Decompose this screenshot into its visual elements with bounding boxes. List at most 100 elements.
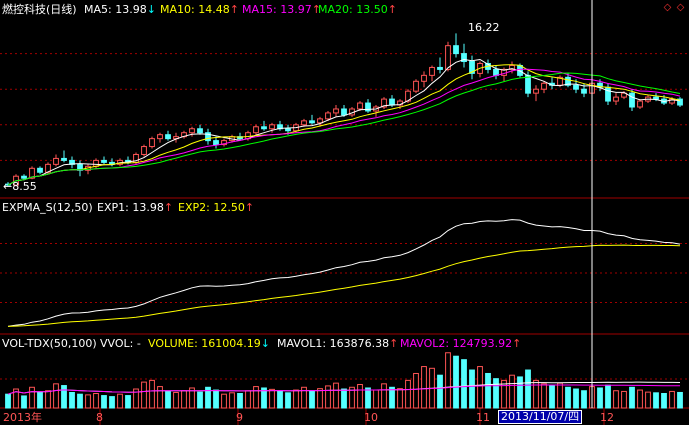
volume-bar xyxy=(21,395,27,409)
volume-bar xyxy=(629,386,635,409)
candle-body xyxy=(317,118,323,124)
candle-body xyxy=(581,88,587,94)
volume-bar xyxy=(197,391,203,409)
exp1-indicator: EXP1: 13.98↑ xyxy=(97,201,174,214)
ma20-line xyxy=(7,72,681,186)
volume-bar xyxy=(373,389,379,409)
volume-bar xyxy=(509,374,515,409)
candle-body xyxy=(445,45,451,70)
candle-body xyxy=(413,80,419,92)
volume-bar xyxy=(333,382,339,409)
volume-bar xyxy=(85,394,91,409)
volume-bar xyxy=(413,372,419,409)
volume-bar xyxy=(253,386,259,409)
volume-bar xyxy=(597,387,603,409)
ma10-indicator: MA10: 14.48↑ xyxy=(160,3,239,16)
volume-bar xyxy=(421,366,427,409)
volume-bar xyxy=(61,385,67,409)
candle-body xyxy=(389,98,395,106)
candle-body xyxy=(437,66,443,70)
volume-bar xyxy=(637,389,643,409)
volume-bar xyxy=(389,386,395,409)
vol-title: VOL-TDX(50,100) xyxy=(2,337,97,350)
volume-bar xyxy=(437,374,443,409)
volume-bar xyxy=(93,393,99,409)
candle-body xyxy=(637,100,643,108)
volume-bar xyxy=(165,390,171,409)
volume-bar xyxy=(669,390,675,409)
candle-body xyxy=(301,120,307,126)
cursor-date-label: 2013/11/07/四 xyxy=(498,410,583,424)
volume-bar xyxy=(525,369,531,409)
candle-body xyxy=(253,126,259,134)
low-price-marker: ←8.55 xyxy=(3,180,37,193)
volume-bar xyxy=(53,383,59,409)
volume-bar xyxy=(269,388,275,409)
vvol-indicator: VVOL: - xyxy=(100,337,141,350)
volume-bar xyxy=(517,376,523,409)
volume-bar xyxy=(69,391,75,409)
volume-bar xyxy=(397,388,403,409)
volume-bar xyxy=(461,359,467,409)
candle-body xyxy=(53,157,59,165)
candle-body xyxy=(21,175,27,179)
candle-body xyxy=(157,134,163,140)
candle-body xyxy=(541,82,547,90)
time-label-oct: 10 xyxy=(364,411,378,424)
candle-body xyxy=(189,128,195,134)
volume-bar xyxy=(645,391,651,409)
volume-bar xyxy=(653,392,659,409)
volume-bar xyxy=(573,388,579,409)
time-label-2013: 2013年 xyxy=(3,411,42,424)
candle-body xyxy=(629,92,635,108)
volume-bar xyxy=(157,386,163,409)
candle-body xyxy=(269,124,275,130)
candle-body xyxy=(333,108,339,114)
time-label-aug: 8 xyxy=(96,411,103,424)
volume-bar xyxy=(541,383,547,409)
candle-body xyxy=(325,112,331,120)
volume-bar xyxy=(365,387,371,409)
volume-bar xyxy=(37,391,43,409)
candle-body xyxy=(613,96,619,102)
close-panel-icon[interactable]: ◇ xyxy=(675,2,686,13)
candle-body xyxy=(341,108,347,116)
candle-body xyxy=(421,74,427,82)
exp2-line xyxy=(7,244,681,327)
time-label-dec: 12 xyxy=(600,411,614,424)
candle-body xyxy=(61,157,67,161)
candle-body xyxy=(525,74,531,94)
volume-bar xyxy=(565,386,571,409)
volume-bar xyxy=(477,366,483,409)
candle-body xyxy=(141,146,147,155)
candle-body xyxy=(573,84,579,90)
ma15-indicator: MA15: 13.97↑ xyxy=(242,3,321,16)
volume-bar xyxy=(109,396,115,409)
volume-bar xyxy=(317,388,323,409)
candle-body xyxy=(309,120,315,124)
volume-bar xyxy=(45,390,51,409)
volume-bar xyxy=(101,395,107,409)
candle-body xyxy=(261,126,267,130)
time-label-sep: 9 xyxy=(236,411,243,424)
maximize-panel-icon[interactable]: ◇ xyxy=(662,2,673,13)
candle-body xyxy=(429,66,435,76)
volume-bar xyxy=(29,386,35,409)
candle-body xyxy=(493,68,499,76)
exp2-indicator: EXP2: 12.50↑ xyxy=(178,201,255,214)
ma5-indicator: MA5: 13.98↓ xyxy=(84,3,156,16)
mavol2-indicator: MAVOL2: 124793.92↑ xyxy=(400,337,522,350)
candle-body xyxy=(197,128,203,134)
volume-bar xyxy=(357,384,363,409)
volume-bar xyxy=(229,392,235,409)
volume-bar xyxy=(173,391,179,409)
stock-title: 燃控科技(日线) xyxy=(2,3,77,16)
volume-bar xyxy=(405,379,411,409)
candle-body xyxy=(101,159,107,163)
moving-average-lines xyxy=(7,58,681,186)
volume-bar xyxy=(581,390,587,409)
volume-bar xyxy=(445,352,451,409)
volume-bar xyxy=(381,383,387,409)
candle-body xyxy=(93,159,99,167)
candle-body xyxy=(165,134,171,140)
